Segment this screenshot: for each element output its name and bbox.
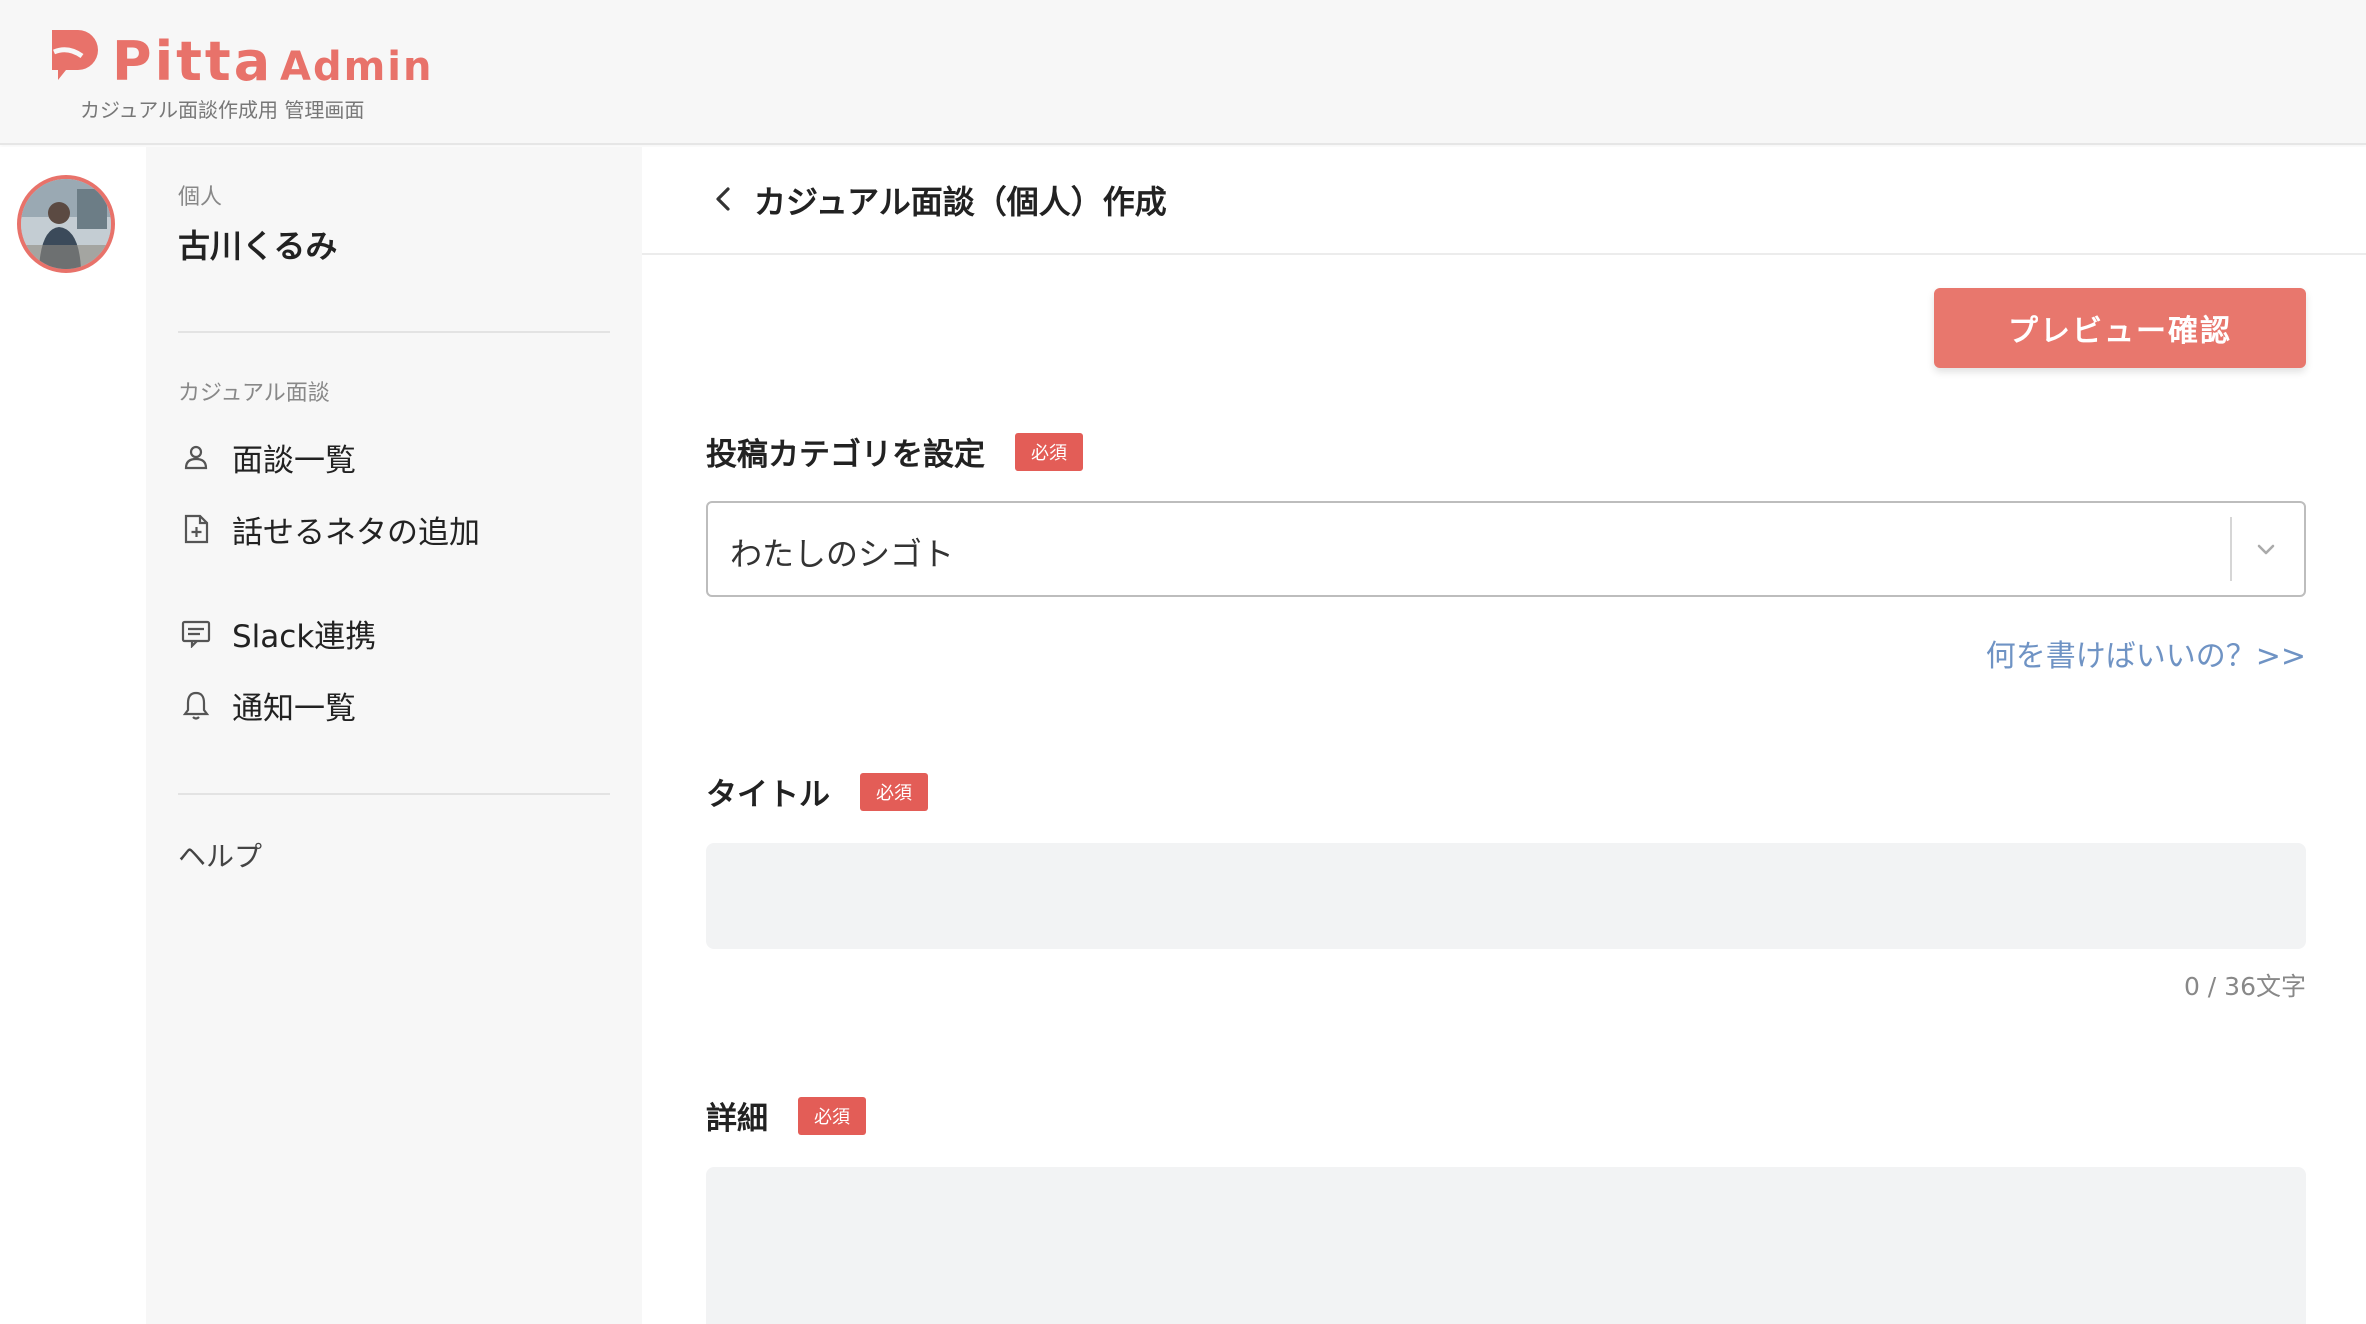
app-header: Pitta Admin カジュアル面談作成用 管理画面 — [0, 0, 2366, 145]
detail-label: 詳細 — [706, 1101, 768, 1137]
slack-message-icon — [178, 615, 214, 651]
sidebar-item-interviews[interactable]: 面談一覧 — [178, 435, 356, 479]
preview-button[interactable]: プレビュー確認 — [1934, 288, 2306, 368]
required-badge: 必須 — [860, 772, 928, 811]
pitta-logo-icon[interactable] — [48, 26, 102, 84]
sidebar-divider — [178, 793, 610, 795]
writing-hint-link[interactable]: 何を書けばいいの？>> — [1986, 631, 2306, 675]
header-subtitle: カジュアル面談作成用 管理画面 — [80, 98, 365, 122]
select-separator — [2230, 517, 2232, 581]
bell-icon — [178, 687, 214, 723]
sidebar: 個人 古川くるみ カジュアル面談 面談一覧 話せるネタの追加 Slack連携 通… — [146, 147, 642, 1324]
title-input[interactable] — [706, 843, 2306, 949]
user-name: 古川くるみ — [178, 227, 338, 265]
sidebar-item-add-topic[interactable]: 話せるネタの追加 — [178, 507, 480, 551]
sidebar-item-label: Slack連携 — [232, 618, 377, 655]
title-char-counter: 0 / 36文字 — [2183, 972, 2306, 1001]
sidebar-item-notifications[interactable]: 通知一覧 — [178, 683, 356, 727]
detail-textarea[interactable] — [706, 1167, 2306, 1324]
sidebar-divider — [178, 331, 610, 333]
category-selected-value: わたしのシゴト — [730, 535, 955, 573]
sidebar-item-label: 話せるネタの追加 — [232, 514, 480, 551]
sidebar-item-label: 面談一覧 — [232, 442, 356, 479]
logo-admin-text: Admin — [280, 44, 434, 90]
file-plus-icon — [178, 511, 214, 547]
detail-label-row: 詳細 必須 — [706, 1093, 866, 1138]
category-label: 投稿カテゴリを設定 — [706, 437, 985, 473]
person-icon — [178, 439, 214, 475]
back-chevron-icon[interactable] — [704, 179, 744, 219]
sidebar-item-label: 通知一覧 — [232, 690, 356, 727]
category-select[interactable]: わたしのシゴト — [706, 501, 2306, 597]
category-label-row: 投稿カテゴリを設定 必須 — [706, 429, 1083, 474]
left-rail — [0, 147, 146, 1324]
avatar[interactable] — [17, 175, 115, 273]
help-link[interactable]: ヘルプ — [178, 835, 262, 875]
sidebar-item-slack[interactable]: Slack連携 — [178, 611, 376, 655]
title-label-row: タイトル 必須 — [706, 769, 928, 814]
title-label: タイトル — [706, 777, 830, 813]
logo-text[interactable]: Pitta — [112, 30, 273, 93]
page-title: カジュアル面談（個人）作成 — [754, 183, 1167, 221]
required-badge: 必須 — [798, 1096, 866, 1135]
user-type-label: 個人 — [178, 185, 223, 210]
main-content: カジュアル面談（個人）作成 プレビュー確認 投稿カテゴリを設定 必須 わたしのシ… — [642, 147, 2366, 1324]
chevron-down-icon[interactable] — [2250, 533, 2282, 565]
page-header: カジュアル面談（個人）作成 — [642, 147, 2366, 255]
section-label: カジュアル面談 — [178, 381, 330, 406]
required-badge: 必須 — [1015, 432, 1083, 471]
